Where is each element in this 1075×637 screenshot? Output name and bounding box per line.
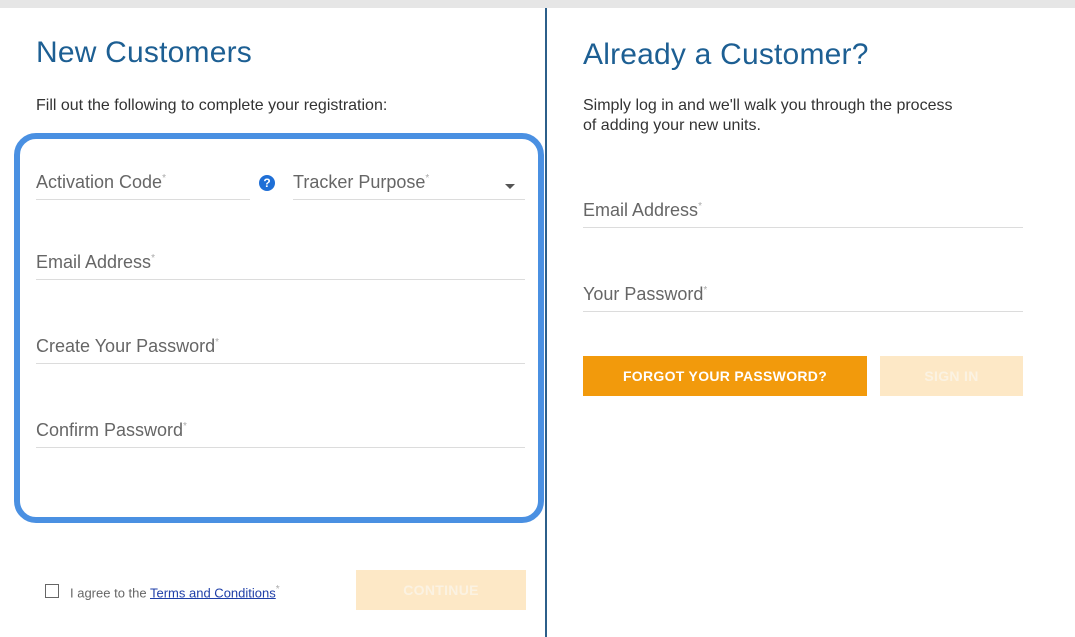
continue-button[interactable]: CONTINUE [356,570,526,610]
create-password-field[interactable]: Create Your Password* [36,330,525,364]
required-mark: * [162,173,166,184]
required-mark: * [151,253,155,264]
required-mark: * [425,173,430,184]
agree-prefix: I agree to the [70,585,150,601]
login-password-label: Your Password [583,284,704,304]
terms-link[interactable]: Terms and Conditions [150,585,276,600]
tracker-purpose-label: Tracker Purpose [293,172,426,192]
confirm-password-field[interactable]: Confirm Password* [36,414,525,448]
email-label: Email Address [36,252,152,272]
terms-agreement: I agree to the Terms and Conditions* [70,584,280,600]
tracker-purpose-select[interactable]: Tracker Purpose* [293,166,525,200]
required-mark: * [275,584,280,595]
required-mark: * [698,201,702,212]
login-email-field[interactable]: Email Address* [583,194,1023,228]
panel-divider [545,8,547,637]
login-email-label: Email Address [583,200,699,220]
confirm-password-label: Confirm Password [36,420,184,440]
help-icon[interactable]: ? [259,175,275,191]
activation-code-field[interactable]: Activation Code* [36,166,250,200]
new-customers-subtitle: Fill out the following to complete your … [36,97,388,114]
top-border [0,0,1075,8]
login-password-field[interactable]: Your Password* [583,278,1023,312]
terms-checkbox[interactable] [45,584,59,598]
email-field[interactable]: Email Address* [36,246,525,280]
required-mark: * [183,421,187,432]
create-password-label: Create Your Password [36,336,216,356]
existing-customer-panel: Already a Customer? Simply log in and we… [548,8,1075,637]
required-mark: * [703,285,708,296]
existing-customer-subtitle-line1: Simply log in and we'll walk you through… [583,97,953,114]
existing-customer-title: Already a Customer? [583,38,869,71]
activation-code-label: Activation Code [36,172,163,192]
sign-in-button[interactable]: SIGN IN [880,356,1023,396]
new-customers-title: New Customers [36,36,252,69]
forgot-password-button[interactable]: FORGOT YOUR PASSWORD? [583,356,867,396]
existing-customer-subtitle-line2: of adding your new units. [583,117,761,134]
required-mark: * [215,337,220,348]
chevron-down-icon [505,184,515,189]
